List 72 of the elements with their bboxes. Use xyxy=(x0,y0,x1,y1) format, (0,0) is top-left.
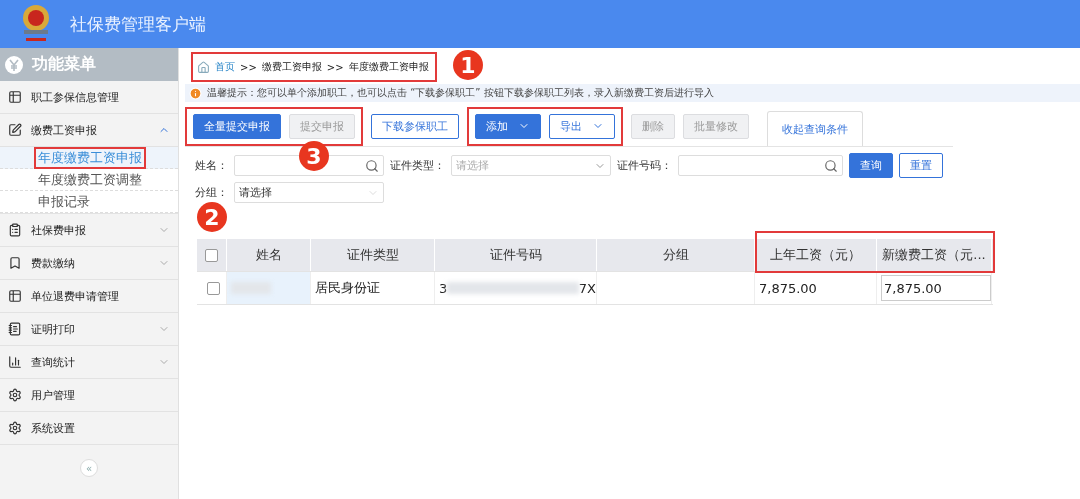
submenu-item[interactable]: 申报记录 xyxy=(0,191,178,213)
toolbar-button[interactable]: 导出 xyxy=(549,113,615,139)
breadcrumb-separator: >> xyxy=(326,61,344,73)
menu-item[interactable]: 用户管理 xyxy=(0,379,178,412)
table-cell: 7,875.00 xyxy=(755,272,877,304)
breadcrumb-link[interactable]: 首页 xyxy=(215,60,235,74)
menu-label: 证明打印 xyxy=(31,321,76,337)
menu-label: 系统设置 xyxy=(31,420,76,436)
cert-number-search-field[interactable] xyxy=(678,155,843,176)
menu-item[interactable]: 职工参保信息管理 xyxy=(0,81,178,114)
app-title: 社保费管理客户端 xyxy=(70,12,206,36)
submenu-item[interactable]: 年度缴费工资申报 xyxy=(0,147,178,169)
column-header: 姓名 xyxy=(227,239,311,271)
menu-item[interactable]: 查询统计 xyxy=(0,346,178,379)
menu-title-text: 功能菜单 xyxy=(32,54,96,75)
toolbar-button[interactable]: 下载参保职工 xyxy=(371,113,459,139)
collapse-button[interactable]: « xyxy=(80,459,98,477)
toolbar-button[interactable]: 添加 xyxy=(475,113,541,139)
query-button[interactable]: 查询 xyxy=(849,153,893,178)
menu-item[interactable]: 费款缴纳 xyxy=(0,247,178,280)
breadcrumb-item: 缴费工资申报 xyxy=(261,60,322,74)
yen-icon xyxy=(4,54,24,75)
wage-input[interactable]: 7,875.00 xyxy=(881,275,991,301)
collapse-filter-tab[interactable]: 收起查询条件 xyxy=(767,111,863,146)
table-cell: 居民身份证 xyxy=(311,272,435,304)
menu-label: 缴费工资申报 xyxy=(31,122,98,138)
step-badge: 2 xyxy=(197,202,227,232)
menu-label: 费款缴纳 xyxy=(31,255,76,271)
submenu-item[interactable]: 年度缴费工资调整 xyxy=(0,169,178,191)
table-cell: 7X xyxy=(578,280,596,296)
menu-label: 社保费申报 xyxy=(31,222,87,238)
bookmark-icon xyxy=(8,256,22,270)
tip-text: 温馨提示：您可以单个添加职工，也可以点击 “下载参保职工” 按钮下载参保职工列表，录入新缴费工资后进行导入 xyxy=(207,86,714,100)
column-header: 证件类型 xyxy=(311,239,435,271)
edit-icon xyxy=(8,123,22,137)
step-badge: 3 xyxy=(299,141,329,171)
bar-chart-icon xyxy=(8,355,22,369)
field-label: 证件号码： xyxy=(617,158,672,173)
table-icon xyxy=(8,90,22,104)
step-badge: 1 xyxy=(453,50,483,80)
breadcrumb-item: 年度缴费工资申报 xyxy=(348,60,429,74)
clipboard-icon xyxy=(8,223,22,237)
column-header: 新缴费工资（元... xyxy=(877,239,992,271)
breadcrumb-separator: >> xyxy=(240,61,257,73)
field-label: 证件类型： xyxy=(390,158,445,173)
field-label: 分组： xyxy=(195,185,228,200)
home-icon xyxy=(197,60,210,74)
info-icon xyxy=(189,86,202,100)
menu-item[interactable]: 证明打印 xyxy=(0,313,178,346)
menu-item[interactable]: 系统设置 xyxy=(0,412,178,445)
table-icon xyxy=(8,289,22,303)
reset-button[interactable]: 重置 xyxy=(899,153,943,178)
settings-icon xyxy=(8,388,22,402)
select-all-checkbox[interactable] xyxy=(205,248,218,262)
notebook-icon xyxy=(8,322,22,336)
column-header: 上年工资（元） xyxy=(755,239,877,271)
menu-label: 职工参保信息管理 xyxy=(31,89,120,105)
toolbar-button[interactable]: 全量提交申报 xyxy=(193,113,281,139)
settings-icon xyxy=(8,421,22,435)
menu-label: 单位退费申请管理 xyxy=(31,288,120,304)
column-header: 证件号码 xyxy=(435,239,597,271)
group-select[interactable]: 请选择 xyxy=(234,182,384,203)
column-header: 分组 xyxy=(597,239,755,271)
menu-label: 用户管理 xyxy=(31,387,76,403)
menu-item[interactable]: 单位退费申请管理 xyxy=(0,280,178,313)
row-checkbox[interactable] xyxy=(207,281,220,295)
search-icon xyxy=(824,158,838,173)
menu-item[interactable]: 社保费申报 xyxy=(0,214,178,247)
table-cell: 3 xyxy=(439,280,448,296)
search-icon xyxy=(365,158,379,173)
field-label: 姓名： xyxy=(195,158,228,173)
menu-label: 查询统计 xyxy=(31,354,76,370)
